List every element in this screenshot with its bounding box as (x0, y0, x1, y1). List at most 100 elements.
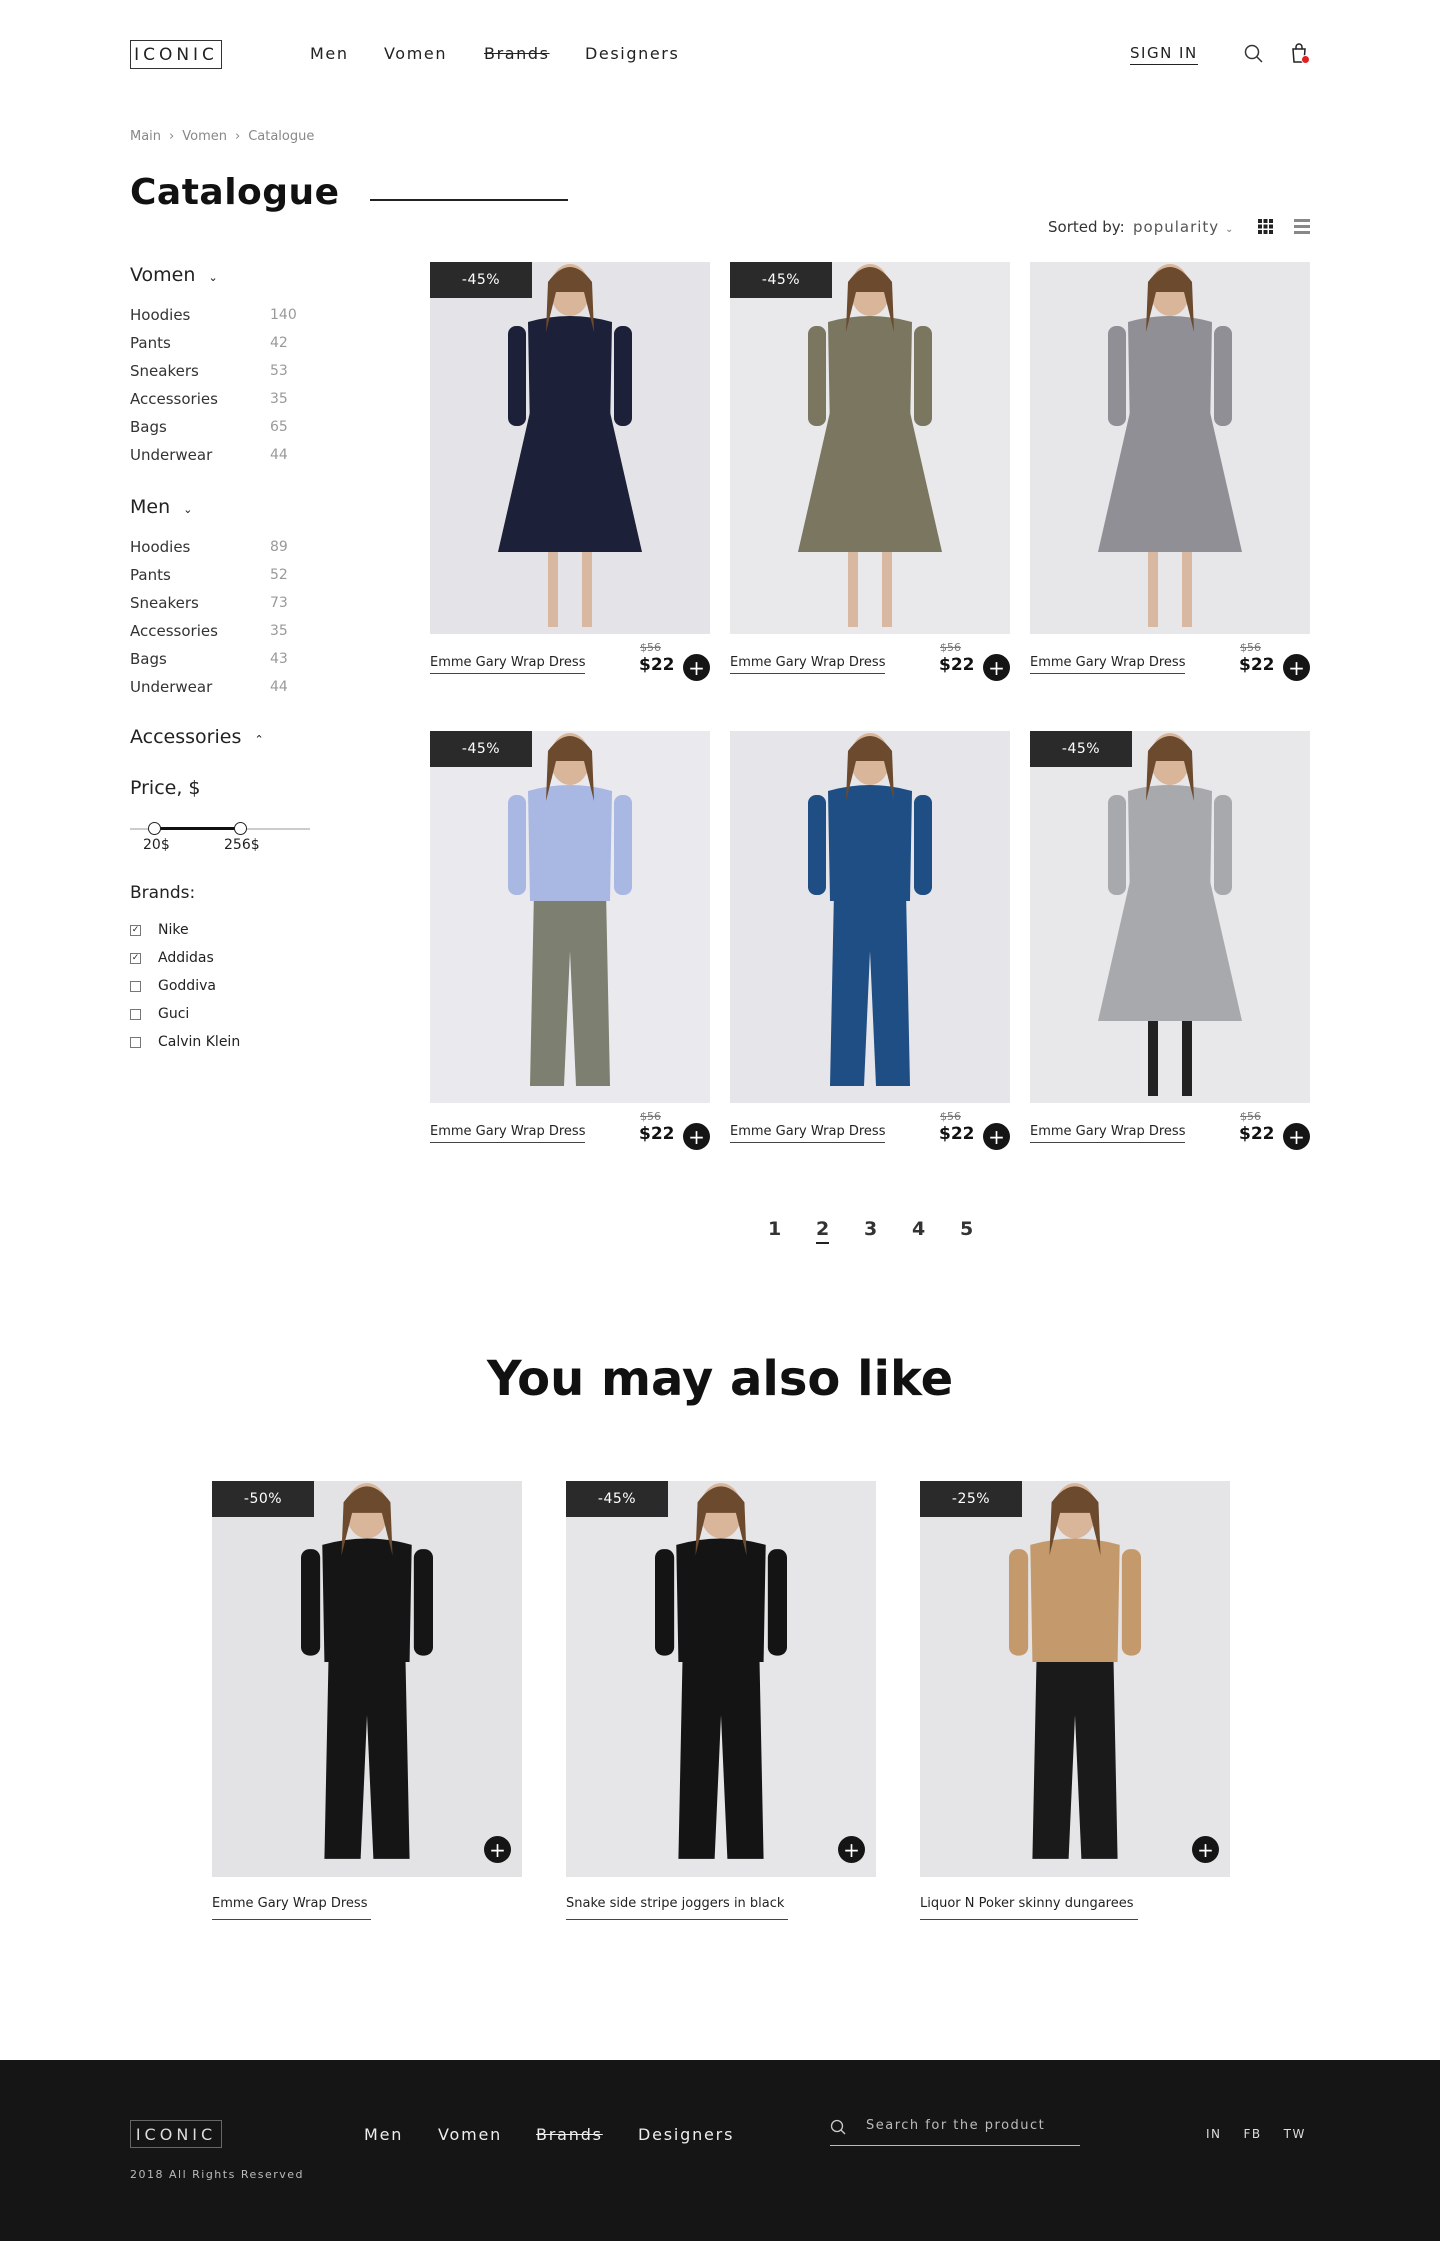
product-image[interactable] (1030, 262, 1310, 634)
product-card[interactable]: -45% Emme Gary Wrap Dress $56 $22 + (430, 731, 710, 1151)
nav-designers[interactable]: Designers (585, 44, 679, 63)
sidebar-item-label: Bags (130, 418, 167, 436)
logo[interactable]: ICONIC (130, 40, 222, 69)
recommend-image[interactable] (920, 1481, 1230, 1877)
brand-filter-addidas[interactable]: ✓ Addidas (130, 950, 214, 966)
breadcrumb-catalogue[interactable]: Catalogue (248, 129, 314, 144)
sidebar-item-bags[interactable]: Bags 65 (130, 418, 300, 436)
sidebar-item-sneakers[interactable]: Sneakers 53 (130, 362, 300, 380)
recommend-name[interactable]: Emme Gary Wrap Dress (212, 1896, 372, 1920)
page-4[interactable]: 4 (912, 1218, 925, 1240)
nav-men[interactable]: Men (310, 44, 349, 63)
category-vomen-toggle[interactable]: Vomen ⌄ (130, 264, 218, 286)
add-to-cart-button[interactable]: + (683, 654, 710, 681)
product-name[interactable]: Emme Gary Wrap Dress (730, 1124, 886, 1143)
cart-icon[interactable] (1290, 42, 1312, 66)
slider-handle-max[interactable] (234, 822, 247, 835)
grid-view-icon[interactable] (1258, 219, 1273, 234)
add-to-cart-button[interactable]: + (1283, 1123, 1310, 1150)
product-image[interactable] (1030, 731, 1310, 1103)
recommend-image[interactable] (566, 1481, 876, 1877)
footer-nav-brands[interactable]: Brands (536, 2125, 603, 2144)
product-image[interactable] (430, 262, 710, 634)
recommend-name[interactable]: Liquor N Poker skinny dungarees (920, 1896, 1138, 1920)
slider-handle-min[interactable] (148, 822, 161, 835)
checkbox[interactable] (130, 1036, 141, 1048)
add-to-cart-button[interactable]: + (1192, 1836, 1219, 1863)
add-to-cart-button[interactable]: + (983, 1123, 1010, 1150)
product-image[interactable] (730, 262, 1010, 634)
product-name[interactable]: Emme Gary Wrap Dress (1030, 655, 1186, 674)
brand-filter-guci[interactable]: Guci (130, 1006, 189, 1022)
product-image[interactable] (430, 731, 710, 1103)
search-input[interactable] (866, 2118, 1076, 2133)
recommend-card[interactable]: -50% + Emme Gary Wrap Dress (212, 1481, 522, 1921)
brand-filter-nike[interactable]: ✓ Nike (130, 922, 189, 938)
recommend-image[interactable] (212, 1481, 522, 1877)
add-to-cart-button[interactable]: + (683, 1123, 710, 1150)
sidebar-item-count: 43 (270, 651, 288, 667)
page-1[interactable]: 1 (768, 1218, 781, 1240)
add-to-cart-button[interactable]: + (1283, 654, 1310, 681)
recommend-card[interactable]: -25% + Liquor N Poker skinny dungarees (920, 1481, 1230, 1921)
page-5[interactable]: 5 (960, 1218, 973, 1240)
page-2[interactable]: 2 (816, 1218, 830, 1244)
add-to-cart-button[interactable]: + (484, 1836, 511, 1863)
list-view-icon[interactable] (1294, 219, 1310, 234)
product-card[interactable]: Emme Gary Wrap Dress $56 $22 + (730, 731, 1010, 1151)
add-to-cart-button[interactable]: + (983, 654, 1010, 681)
checkbox-checked[interactable]: ✓ (130, 924, 141, 936)
product-name[interactable]: Emme Gary Wrap Dress (430, 1124, 586, 1143)
sidebar-item-sneakers[interactable]: Sneakers 73 (130, 594, 300, 612)
product-card[interactable]: -45% Emme Gary Wrap Dress $56 $22 + (1030, 731, 1310, 1151)
sidebar-item-accessories[interactable]: Accessories 35 (130, 622, 300, 640)
footer-nav-men[interactable]: Men (364, 2125, 403, 2144)
sidebar-item-count: 35 (270, 623, 288, 639)
footer-logo[interactable]: ICONIC (130, 2120, 222, 2148)
product-name[interactable]: Emme Gary Wrap Dress (1030, 1124, 1186, 1143)
sort-label: Sorted by: (1048, 218, 1125, 236)
sidebar-item-bags[interactable]: Bags 43 (130, 650, 300, 668)
sign-in-link[interactable]: SIGN IN (1130, 44, 1198, 65)
sidebar-item-pants[interactable]: Pants 52 (130, 566, 300, 584)
nav-vomen[interactable]: Vomen (384, 44, 447, 63)
page-3[interactable]: 3 (864, 1218, 877, 1240)
breadcrumb-main[interactable]: Main (130, 129, 161, 144)
social-link-fb[interactable]: FB (1244, 2127, 1262, 2141)
category-accessories-toggle[interactable]: Accessories ⌃ (130, 726, 264, 748)
sidebar-item-pants[interactable]: Pants 42 (130, 334, 300, 352)
product-image[interactable] (730, 731, 1010, 1103)
product-card[interactable]: -45% Emme Gary Wrap Dress $56 $22 + (730, 262, 1010, 682)
footer-nav-designers[interactable]: Designers (638, 2125, 734, 2144)
product-name[interactable]: Emme Gary Wrap Dress (730, 655, 886, 674)
category-men-toggle[interactable]: Men ⌄ (130, 496, 192, 518)
sidebar-item-hoodies[interactable]: Hoodies 89 (130, 538, 300, 556)
sidebar-item-underwear[interactable]: Underwear 44 (130, 446, 300, 464)
plus-icon: + (843, 1837, 860, 1862)
checkbox[interactable] (130, 1008, 141, 1020)
sort-dropdown[interactable]: popularity ⌄ (1133, 218, 1234, 236)
breadcrumb-vomen[interactable]: Vomen (182, 129, 227, 144)
social-link-tw[interactable]: TW (1284, 2127, 1306, 2141)
brand-filter-calvin-klein[interactable]: Calvin Klein (130, 1034, 240, 1050)
footer-nav-vomen[interactable]: Vomen (438, 2125, 502, 2144)
recommend-name[interactable]: Snake side stripe joggers in black (566, 1896, 789, 1920)
plus-icon: + (688, 655, 705, 680)
footer-search[interactable] (830, 2116, 1080, 2146)
sidebar-item-underwear[interactable]: Underwear 44 (130, 678, 300, 696)
product-card[interactable]: -45% Emme Gary Wrap Dress $56 $22 + (430, 262, 710, 682)
brand-filter-goddiva[interactable]: Goddiva (130, 978, 216, 994)
price-slider[interactable] (130, 822, 310, 836)
checkbox-checked[interactable]: ✓ (130, 952, 141, 964)
checkbox[interactable] (130, 980, 141, 992)
chevron-down-icon: ⌄ (208, 271, 218, 284)
recommend-card[interactable]: -45% + Snake side stripe joggers in black (566, 1481, 876, 1921)
product-card[interactable]: Emme Gary Wrap Dress $56 $22 + (1030, 262, 1310, 682)
nav-brands[interactable]: Brands (484, 44, 550, 63)
add-to-cart-button[interactable]: + (838, 1836, 865, 1863)
product-name[interactable]: Emme Gary Wrap Dress (430, 655, 586, 674)
search-icon[interactable] (1244, 44, 1264, 64)
sidebar-item-hoodies[interactable]: Hoodies 140 (130, 306, 300, 324)
social-link-in[interactable]: IN (1206, 2127, 1222, 2141)
sidebar-item-accessories[interactable]: Accessories 35 (130, 390, 300, 408)
